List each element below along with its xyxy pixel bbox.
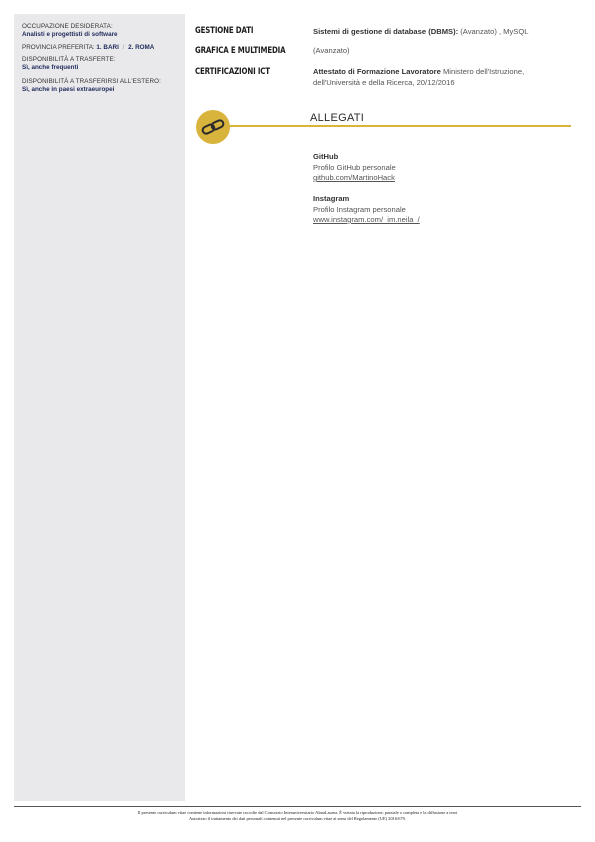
attachment-name: GitHub bbox=[313, 152, 339, 161]
sidebar: OCCUPAZIONE DESIDERATA: Analisti e proge… bbox=[14, 14, 185, 801]
province-label: PROVINCIA PREFERITA: bbox=[22, 44, 95, 51]
graphics-text: (Avanzato) bbox=[313, 46, 350, 55]
province-separator: / bbox=[122, 44, 125, 51]
province-1: 1. BARI bbox=[96, 44, 119, 51]
certifications-bold: Attestato di Formazione Lavoratore bbox=[313, 67, 441, 76]
footer-divider bbox=[14, 806, 581, 807]
attachment-link-instagram[interactable]: www.instagram.com/_im.neila_/ bbox=[313, 215, 563, 226]
occupation-value: Analisti e progettisti di software bbox=[22, 31, 118, 38]
link-chain-icon bbox=[196, 110, 230, 144]
attachment-link-github[interactable]: github.com/MartinoHack bbox=[313, 173, 563, 184]
attachments-title: ALLEGATI bbox=[310, 112, 365, 124]
abroad-value: Sì, anche in paesi extraeuropei bbox=[22, 86, 115, 93]
footer-line-2: Autorizzo il trattamento dei dati person… bbox=[189, 816, 406, 821]
province-line: PROVINCIA PREFERITA: 1. BARI / 2. ROMA bbox=[22, 44, 182, 52]
province-block: PROVINCIA PREFERITA: 1. BARI / 2. ROMA bbox=[22, 44, 182, 52]
section-label-data-management: GESTIONE DATI bbox=[195, 26, 254, 36]
abroad-label: DISPONIBILITÀ A TRASFERIRSI ALL'ESTERO: bbox=[22, 78, 162, 85]
occupation-block: OCCUPAZIONE DESIDERATA: Analisti e proge… bbox=[22, 23, 182, 39]
footer-disclaimer: Il presente curriculum vitae contiene in… bbox=[14, 810, 581, 822]
data-management-rest: (Avanzato) , MySQL bbox=[458, 27, 529, 36]
travel-label: DISPONIBILITÀ A TRASFERTE: bbox=[22, 56, 116, 63]
occupation-label: OCCUPAZIONE DESIDERATA: bbox=[22, 23, 113, 30]
travel-block: DISPONIBILITÀ A TRASFERTE: Sì, anche fre… bbox=[22, 56, 182, 72]
attachment-name: Instagram bbox=[313, 194, 350, 203]
province-2: 2. ROMA bbox=[128, 44, 155, 51]
attachment-description: Profilo Instagram personale bbox=[313, 204, 406, 214]
certifications-text: Attestato di Formazione Lavoratore Minis… bbox=[313, 67, 563, 88]
section-label-graphics: GRAFICA E MULTIMEDIA bbox=[195, 46, 286, 56]
attachment-item: Instagram Profilo Instagram personale ww… bbox=[313, 194, 563, 226]
abroad-block: DISPONIBILITÀ A TRASFERIRSI ALL'ESTERO: … bbox=[22, 78, 182, 94]
section-label-certifications: CERTIFICAZIONI ICT bbox=[195, 67, 270, 77]
attachment-item: GitHub Profilo GitHub personale github.c… bbox=[313, 152, 563, 184]
travel-value: Sì, anche frequenti bbox=[22, 64, 79, 71]
data-management-text: Sistemi di gestione di database (DBMS): … bbox=[313, 27, 563, 38]
attachment-description: Profilo GitHub personale bbox=[313, 162, 396, 172]
attachments-divider bbox=[228, 125, 571, 127]
data-management-bold: Sistemi di gestione di database (DBMS): bbox=[313, 27, 459, 36]
